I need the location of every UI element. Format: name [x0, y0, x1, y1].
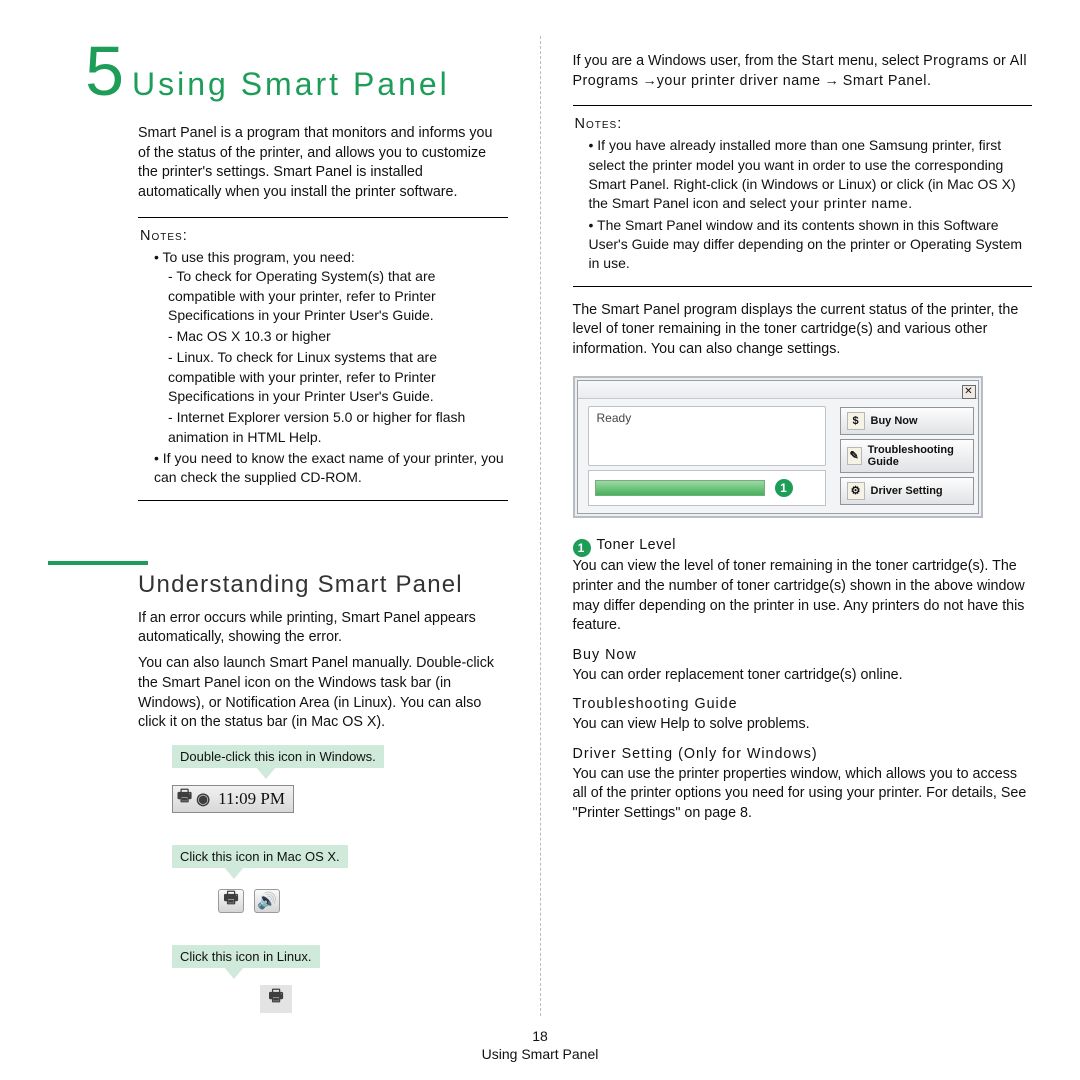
chapter-header: 5 Using Smart Panel: [44, 36, 508, 106]
body-paragraph: The Smart Panel program displays the cur…: [573, 301, 1033, 360]
def-title: Toner Level: [597, 537, 676, 553]
definitions: 1 Toner Level You can view the level of t…: [573, 536, 1033, 824]
linux-tray-icon: 🖶: [260, 985, 292, 1013]
page-footer: 18 Using Smart Panel: [0, 1028, 1080, 1062]
cart-icon: $: [847, 412, 865, 430]
troubleshooting-button[interactable]: ✎Troubleshooting Guide: [840, 439, 974, 473]
note-subitem: To check for Operating System(s) that ar…: [168, 267, 506, 325]
callout-windows: Double-click this icon in Windows.: [172, 745, 384, 779]
def-body: You can view Help to solve problems.: [573, 715, 1033, 735]
driver-setting-button[interactable]: ⚙Driver Setting: [840, 477, 974, 505]
section-heading: Understanding Smart Panel: [138, 571, 508, 599]
printer-icon: 🖶: [218, 889, 244, 913]
globe-icon: ◉: [196, 789, 210, 809]
note-item: To use this program, you need: To check …: [154, 248, 506, 447]
def-body: You can view the level of toner remainin…: [573, 557, 1033, 636]
notes-box-left: Notes: To use this program, you need: To…: [138, 217, 508, 501]
toner-bar: [595, 480, 765, 496]
chapter-number: 5: [44, 36, 124, 106]
notes-box-right: Notes: If you have already installed mor…: [573, 105, 1033, 286]
callout-label: Click this icon in Linux.: [172, 945, 320, 968]
note-item: If you have already installed more than …: [589, 136, 1031, 213]
callout-macos: Click this icon in Mac OS X.: [172, 845, 348, 879]
intro-paragraph: Smart Panel is a program that monitors a…: [138, 124, 506, 203]
note-subitem: Linux. To check for Linux systems that a…: [168, 348, 506, 406]
callout-label: Click this icon in Mac OS X.: [172, 845, 348, 868]
note-subitem: Internet Explorer version 5.0 or higher …: [168, 408, 506, 447]
def-title: Driver Setting (Only for Windows): [573, 745, 1033, 765]
body-paragraph: You can also launch Smart Panel manually…: [138, 654, 506, 733]
page-number: 18: [0, 1028, 1080, 1044]
body-paragraph: If you are a Windows user, from the Star…: [573, 52, 1033, 91]
note-item: If you need to know the exact name of yo…: [154, 449, 506, 488]
macos-statusbar: 🖶 🔊: [218, 889, 280, 913]
marker-1-inline: 1: [573, 539, 591, 557]
section-rule: [48, 561, 148, 565]
notes-label: Notes:: [140, 226, 506, 246]
body-paragraph: If an error occurs while printing, Smart…: [138, 609, 506, 648]
callout-linux: Click this icon in Linux.: [172, 945, 320, 979]
note-item: The Smart Panel window and its contents …: [589, 216, 1031, 274]
footer-title: Using Smart Panel: [0, 1046, 1080, 1062]
notes-label: Notes:: [575, 114, 1031, 134]
callout-label: Double-click this icon in Windows.: [172, 745, 384, 768]
smart-panel-window: ✕ Ready 1 $Buy Now ✎Troubleshooting Guid…: [573, 376, 983, 518]
close-icon[interactable]: ✕: [962, 385, 976, 399]
printer-status: Ready: [588, 406, 826, 466]
chapter-title: Using Smart Panel: [132, 66, 450, 103]
tray-time: 11:09 PM: [218, 789, 285, 809]
toner-level-area: 1: [588, 470, 826, 506]
printer-icon: 🖶: [177, 785, 192, 812]
windows-tray: 🖶 ◉ 11:09 PM: [172, 785, 294, 813]
speaker-icon: 🔊: [254, 889, 280, 913]
def-title: Troubleshooting Guide: [573, 695, 1033, 715]
column-divider: [540, 36, 541, 1016]
def-body: You can order replacement toner cartridg…: [573, 666, 1033, 686]
guide-icon: ✎: [847, 447, 862, 465]
marker-1: 1: [775, 479, 793, 497]
buy-now-button[interactable]: $Buy Now: [840, 407, 974, 435]
note-subitem: Mac OS X 10.3 or higher: [168, 327, 506, 346]
settings-icon: ⚙: [847, 482, 865, 500]
def-body: You can use the printer properties windo…: [573, 765, 1033, 824]
def-title: Buy Now: [573, 646, 1033, 666]
